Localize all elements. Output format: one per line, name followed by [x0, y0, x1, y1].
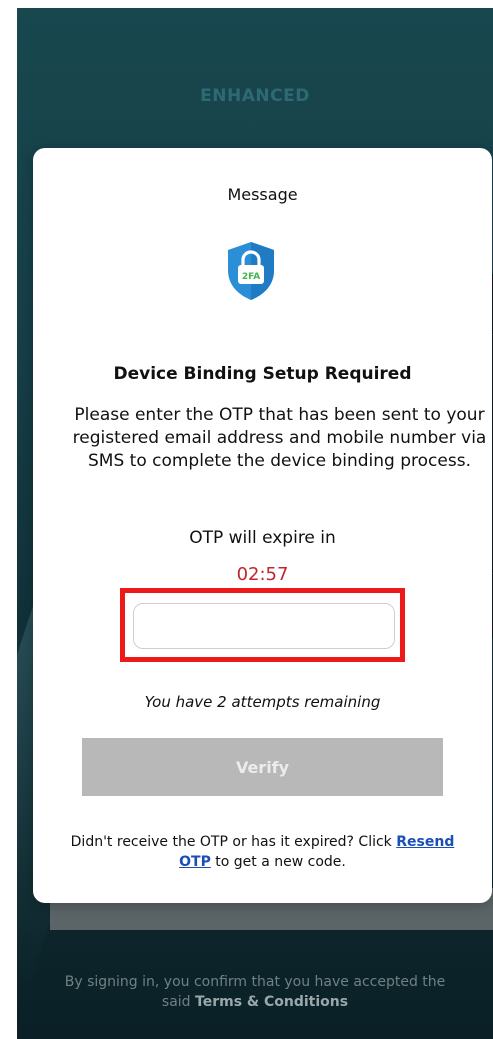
otp-input[interactable] [133, 603, 395, 649]
resend-suffix: to get a new code. [210, 854, 346, 870]
dialog-title: Message [227, 185, 298, 204]
verify-button[interactable]: Verify [82, 738, 443, 796]
2fa-badge-text: 2FA [242, 272, 260, 282]
attempts-remaining-text: You have 2 attempts remaining [144, 693, 381, 711]
otp-dialog: Message 2FA Device Binding Setup Require… [33, 148, 492, 903]
otp-expire-label: OTP will expire in [189, 528, 336, 548]
dialog-heading: Device Binding Setup Required [113, 364, 412, 384]
terms-footer: By signing in, you confirm that you have… [17, 972, 493, 1012]
app-brand-label: ENHANCED [200, 86, 310, 106]
shield-lock-2fa-icon: 2FA [228, 242, 274, 300]
dialog-body-text: Please enter the OTP that has been sent … [72, 405, 487, 471]
resend-otp-text: Didn't receive the OTP or has it expired… [33, 832, 492, 872]
resend-prefix: Didn't receive the OTP or has it expired… [70, 834, 397, 850]
terms-link[interactable]: Terms & Conditions [195, 994, 348, 1010]
otp-countdown-timer: 02:57 [236, 564, 289, 585]
